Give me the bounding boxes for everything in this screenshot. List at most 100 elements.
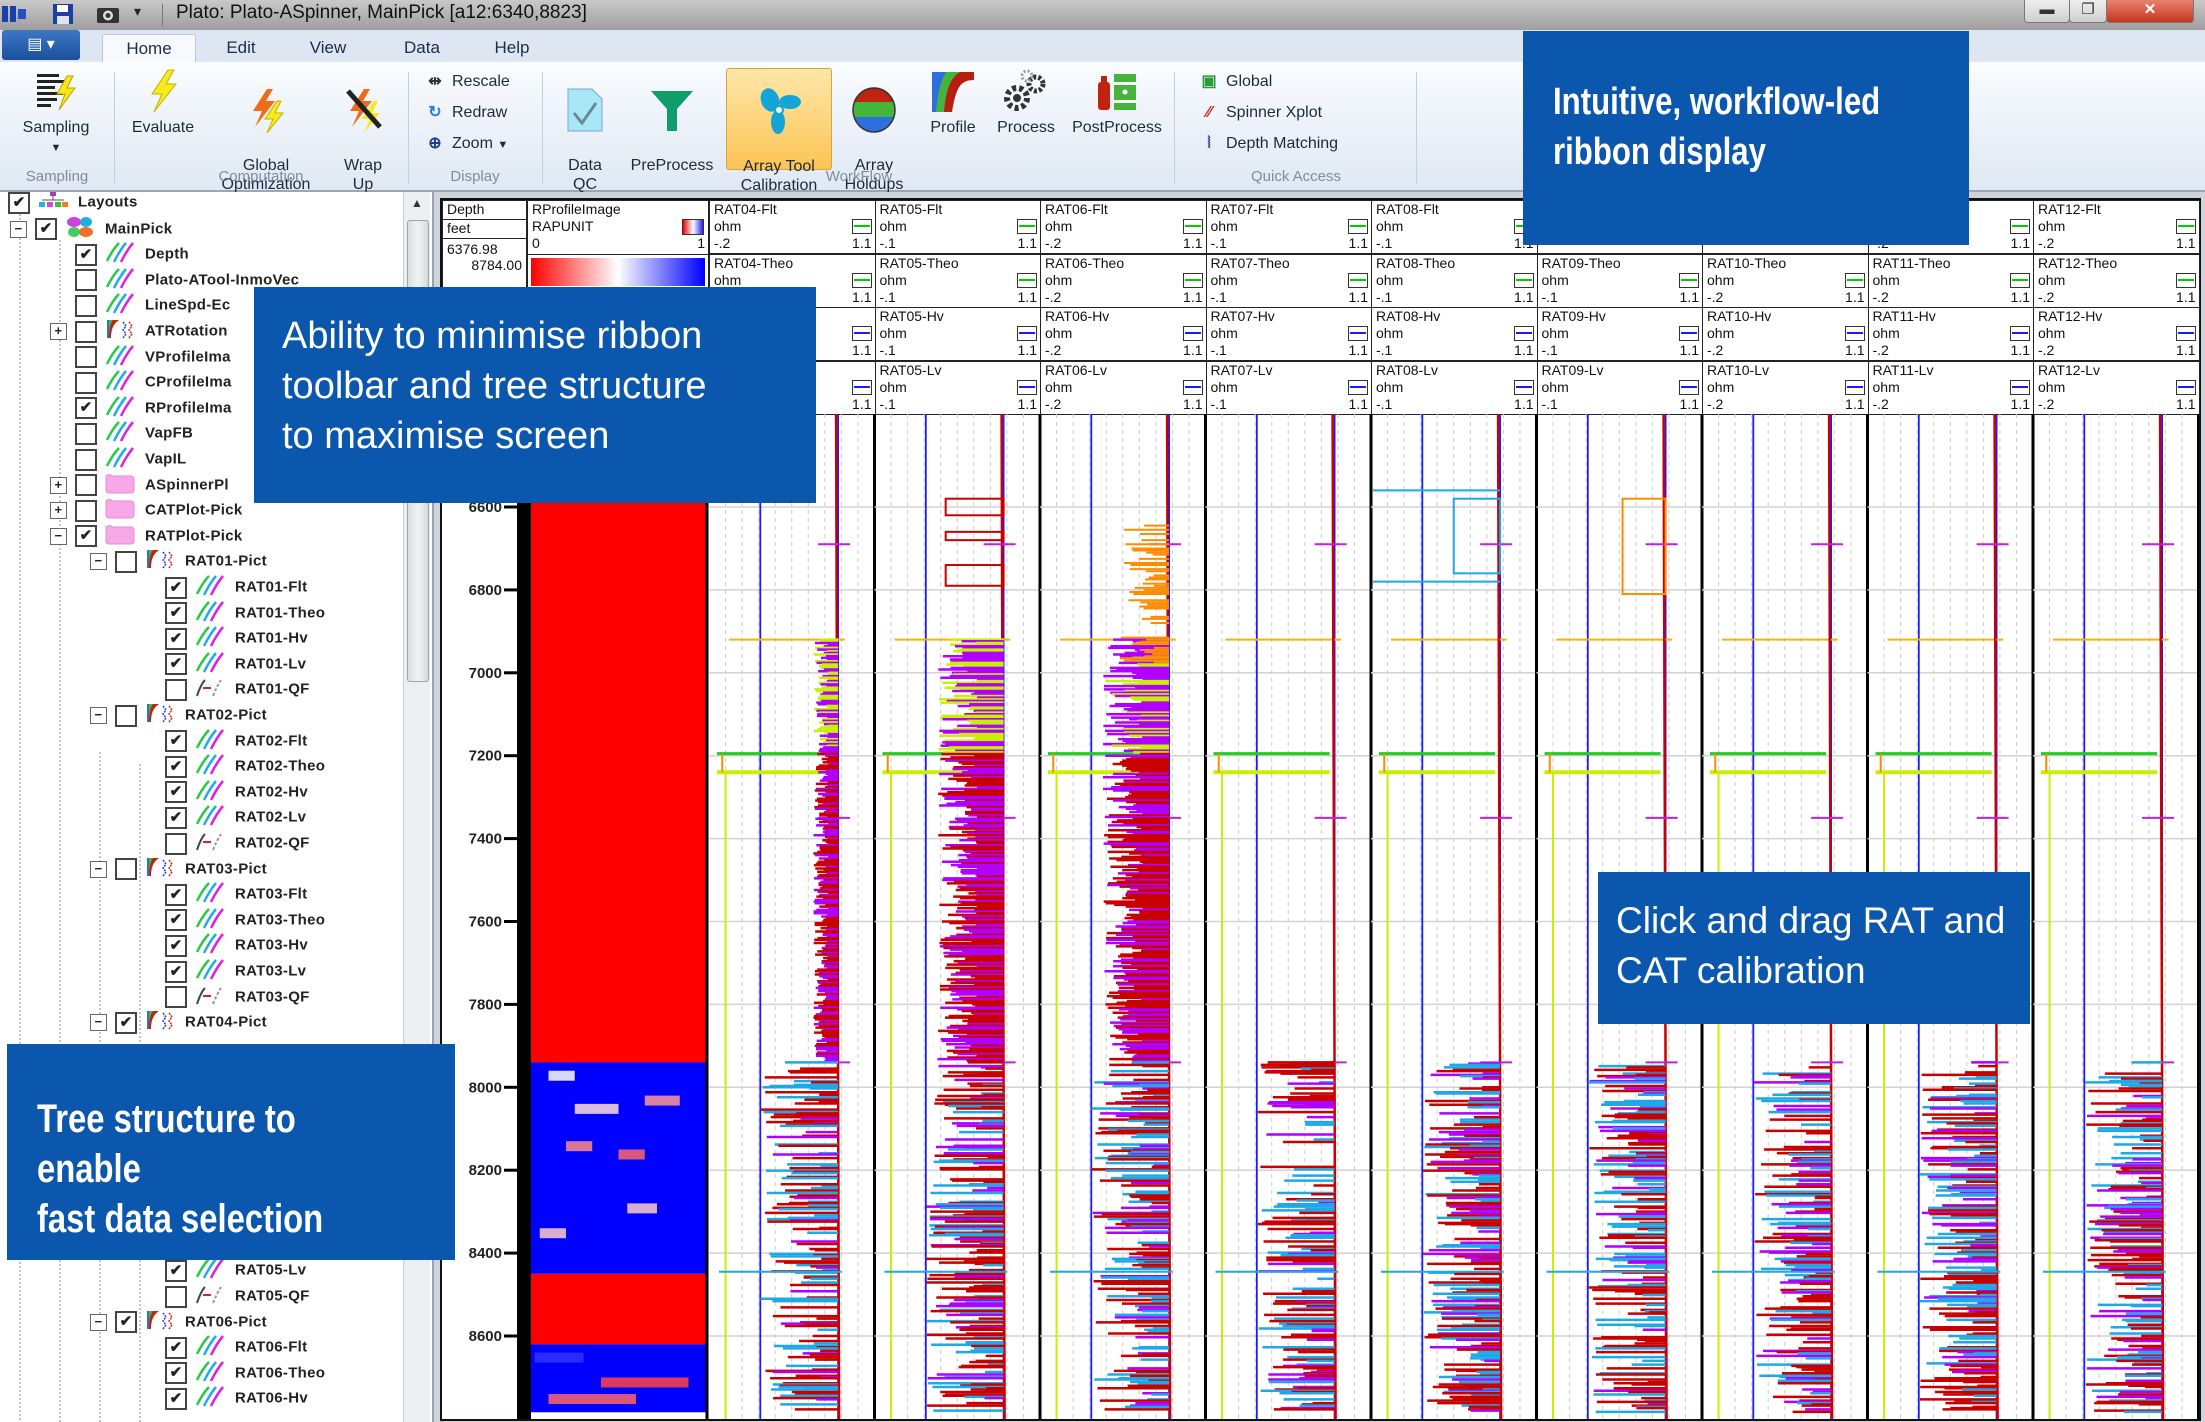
curve-header-rat09-lv[interactable]: RAT09-Lv ohm -.1 1.1 [1536, 360, 1703, 415]
image-track-header[interactable]: RProfileImage RAPUNIT 0 1 [527, 200, 709, 255]
tree-checkbox[interactable]: ✔ [165, 934, 187, 957]
tree-item[interactable]: ✔ RAT01-Theo [140, 600, 325, 625]
line-style-swatch[interactable] [1844, 272, 1865, 288]
app-menu-button[interactable]: ▤ ▾ [2, 30, 80, 60]
tree-item[interactable]: − ✔ MainPick [10, 216, 172, 241]
tree-item[interactable]: ✔ RAT06-Theo [140, 1360, 325, 1385]
curve-header-rat10-hv[interactable]: RAT10-Hv ohm -.2 1.1 [1702, 307, 1869, 361]
line-style-swatch[interactable] [1513, 379, 1534, 395]
curve-header-rat12-theo[interactable]: RAT12-Theo ohm -.2 1.1 [2033, 253, 2200, 308]
tree-item[interactable]: ✔ RProfileIma [50, 395, 232, 420]
tree-checkbox[interactable]: ✔ [35, 218, 57, 241]
tree-checkbox[interactable]: ✔ [165, 806, 187, 829]
tab-view[interactable]: View [292, 34, 364, 62]
tree-item[interactable]: − ✔ RAT06-Pict [90, 1309, 267, 1334]
tree-checkbox[interactable]: ✔ [75, 397, 97, 420]
curve-header-rat10-theo[interactable]: RAT10-Theo ohm -.2 1.1 [1702, 253, 1869, 308]
tree-checkbox[interactable]: ✔ [115, 1011, 137, 1034]
line-style-swatch[interactable] [851, 272, 872, 288]
tree-checkbox[interactable]: ✔ [165, 781, 187, 804]
curve-header-rat12-flt[interactable]: RAT12-Flt ohm -.2 1.1 [2033, 200, 2200, 254]
curve-header-rat04-flt[interactable]: RAT04-Flt ohm -.2 1.1 [709, 200, 876, 254]
restore-button[interactable]: ❐ [2069, 0, 2107, 23]
tree-item[interactable]: RAT05-QF [140, 1283, 310, 1308]
tree-checkbox[interactable] [75, 294, 97, 317]
collapse-icon[interactable]: − [90, 1014, 107, 1032]
curve-header-rat08-theo[interactable]: RAT08-Theo ohm -.1 1.1 [1371, 253, 1538, 308]
curve-header-rat11-lv[interactable]: RAT11-Lv ohm -.2 1.1 [1867, 360, 2034, 415]
postprocess-button[interactable]: PostProcess [1064, 68, 1170, 137]
camera-icon[interactable] [96, 3, 124, 25]
tree-item[interactable]: − ✔ RATPlot-Pick [50, 523, 243, 548]
curve-header-rat10-lv[interactable]: RAT10-Lv ohm -.2 1.1 [1702, 360, 1869, 415]
line-style-swatch[interactable] [851, 219, 872, 234]
line-style-swatch[interactable] [1182, 219, 1203, 234]
tree-checkbox[interactable] [165, 678, 187, 701]
curve-header-rat07-hv[interactable]: RAT07-Hv ohm -.1 1.1 [1205, 307, 1372, 361]
tree-item[interactable]: ✔ RAT03-Theo [140, 907, 325, 932]
scroll-up-icon[interactable]: ▲ [407, 196, 427, 214]
rat-track-rat08[interactable] [1371, 414, 1538, 1419]
curve-header-rat05-lv[interactable]: RAT05-Lv ohm -.1 1.1 [874, 360, 1041, 415]
tree-checkbox[interactable] [115, 550, 137, 573]
tree-checkbox[interactable]: ✔ [165, 883, 187, 906]
tree-item[interactable]: ✔ RAT02-Hv [140, 779, 308, 804]
tab-edit[interactable]: Edit [206, 34, 276, 62]
minimize-button[interactable]: ▬ [2024, 0, 2070, 23]
tree-item[interactable]: RAT01-QF [140, 676, 310, 701]
curve-header-rat08-lv[interactable]: RAT08-Lv ohm -.1 1.1 [1371, 360, 1538, 415]
line-style-swatch[interactable] [1017, 219, 1037, 234]
curve-header-rat11-hv[interactable]: RAT11-Hv ohm -.2 1.1 [1867, 307, 2034, 361]
tree-item[interactable]: VapIL [50, 446, 187, 471]
line-style-swatch[interactable] [2010, 219, 2030, 234]
line-style-swatch[interactable] [1348, 219, 1368, 234]
tree-checkbox[interactable]: ✔ [165, 755, 187, 778]
tree-item[interactable]: ✔ RAT02-Lv [140, 804, 306, 829]
tree-checkbox[interactable] [75, 448, 97, 471]
profile-button[interactable]: Profile [918, 68, 988, 137]
tree-checkbox[interactable]: ✔ [165, 576, 187, 599]
line-style-swatch[interactable] [2175, 219, 2196, 234]
tree-checkbox[interactable] [75, 474, 97, 497]
process-button[interactable]: Process [990, 68, 1062, 137]
curve-header-rat08-hv[interactable]: RAT08-Hv ohm -.1 1.1 [1371, 307, 1538, 361]
tree-checkbox[interactable] [75, 346, 97, 369]
rat-track-rat04[interactable] [709, 414, 876, 1419]
tree-checkbox[interactable]: ✔ [8, 192, 30, 214]
tree-item[interactable]: LineSpd-Ec [50, 292, 231, 317]
tree-checkbox[interactable] [115, 858, 137, 881]
line-style-swatch[interactable] [2175, 272, 2196, 288]
array-tool-calibration-button[interactable]: Array Tool Calibration [726, 68, 832, 194]
close-button[interactable]: ✕ [2106, 0, 2194, 23]
tree-item[interactable]: ✔ RAT02-Flt [140, 728, 307, 753]
tree-item[interactable]: RAT03-QF [140, 984, 310, 1009]
curve-header-rat06-lv[interactable]: RAT06-Lv ohm -.2 1.1 [1040, 360, 1207, 415]
tab-data[interactable]: Data [390, 34, 454, 62]
tree-item[interactable]: ✔ RAT02-Theo [140, 753, 325, 778]
line-style-swatch[interactable] [1679, 272, 1699, 288]
line-style-swatch[interactable] [1679, 379, 1699, 395]
global-button[interactable]: ▣ Global [1198, 71, 1272, 93]
tree-item[interactable]: VapFB [50, 420, 193, 445]
tree-item[interactable]: ✔ RAT06-Hv [140, 1385, 308, 1410]
tree-checkbox[interactable]: ✔ [165, 1336, 187, 1359]
line-style-swatch[interactable] [1513, 326, 1534, 341]
line-style-swatch[interactable] [1182, 379, 1203, 395]
evaluate-button[interactable]: Evaluate [120, 68, 206, 137]
tree-checkbox[interactable] [75, 320, 97, 343]
expand-icon[interactable]: + [50, 323, 67, 340]
tree-checkbox[interactable]: ✔ [165, 1387, 187, 1410]
tree-item[interactable]: RAT02-QF [140, 830, 310, 855]
sampling-button[interactable]: Sampling ▼ [6, 68, 106, 158]
line-style-swatch[interactable] [1513, 272, 1534, 288]
save-icon[interactable] [52, 3, 76, 25]
tree-item[interactable]: ✔ RAT03-Lv [140, 958, 306, 983]
tree-checkbox[interactable]: ✔ [165, 653, 187, 676]
tree-item[interactable]: CProfileIma [50, 369, 232, 394]
line-style-swatch[interactable] [2175, 379, 2196, 395]
line-style-swatch[interactable] [2010, 272, 2030, 288]
line-style-swatch[interactable] [1017, 272, 1037, 288]
tree-checkbox[interactable] [165, 1285, 187, 1308]
curve-header-rat09-theo[interactable]: RAT09-Theo ohm -.1 1.1 [1536, 253, 1703, 308]
curve-header-rat07-flt[interactable]: RAT07-Flt ohm -.1 1.1 [1205, 200, 1372, 254]
